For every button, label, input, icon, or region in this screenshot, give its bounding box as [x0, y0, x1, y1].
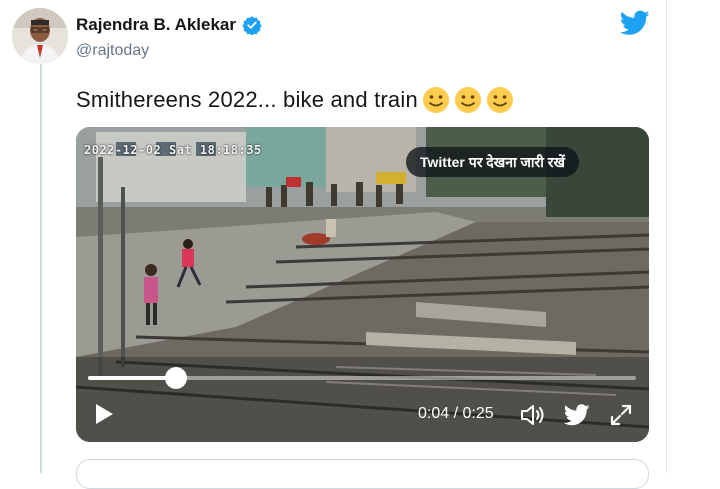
watch-on-twitter-button[interactable]: Twitter पर देखना जारी रखें — [406, 147, 579, 177]
progress-bar[interactable] — [88, 367, 636, 389]
verified-badge-icon — [242, 15, 262, 36]
progress-fill — [88, 376, 176, 380]
time-separator: / — [449, 405, 463, 422]
cctv-timestamp: 2022-12-02 Sat 18:18:35 — [84, 143, 262, 157]
time-display: 0:04 / 0:25 — [418, 405, 494, 423]
tweet-text: Smithereens 2022... bike and train — [76, 86, 514, 114]
slightly-smiling-face-icon — [454, 86, 482, 114]
author-handle[interactable]: @rajtoday — [76, 42, 149, 60]
slightly-smiling-face-icon — [486, 86, 514, 114]
fullscreen-icon[interactable] — [609, 403, 633, 427]
current-time: 0:04 — [418, 405, 450, 422]
video-player[interactable]: 2022-12-02 Sat 18:18:35 Twitter पर देखना… — [76, 127, 649, 442]
twitter-bird-icon[interactable] — [563, 404, 590, 426]
author-name-text[interactable]: Rajendra B. Aklekar — [76, 15, 236, 35]
twitter-bird-icon[interactable] — [619, 10, 650, 36]
avatar[interactable] — [12, 8, 68, 64]
thread-line — [40, 60, 42, 473]
volume-icon[interactable] — [520, 403, 546, 427]
tweet-text-body: Smithereens 2022... bike and train — [76, 87, 418, 112]
duration: 0:25 — [462, 405, 494, 422]
play-icon[interactable] — [94, 403, 114, 425]
progress-knob[interactable] — [164, 367, 187, 389]
author-name[interactable]: Rajendra B. Aklekar — [76, 15, 262, 36]
quoted-card[interactable] — [76, 459, 649, 489]
slightly-smiling-face-icon — [422, 86, 450, 114]
